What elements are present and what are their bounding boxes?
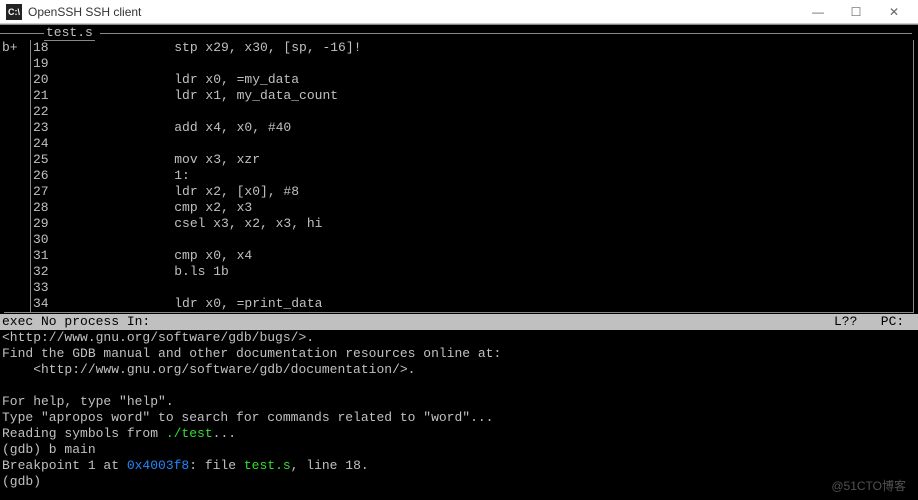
- gdb-output-line: Reading symbols from ./test...: [2, 426, 916, 442]
- gdb-output-line: For help, type "help".: [2, 394, 916, 410]
- line-number: 20: [33, 72, 57, 88]
- gdb-prompt[interactable]: (gdb): [2, 474, 916, 490]
- code-line: b.ls 1b: [65, 264, 913, 280]
- line-number: 30: [33, 232, 57, 248]
- source-filename-row: test.s: [0, 24, 918, 40]
- breakpoint-file: test.s: [244, 458, 291, 473]
- status-process: exec No process In:: [2, 314, 834, 330]
- gdb-console[interactable]: <http://www.gnu.org/software/gdb/bugs/>.…: [0, 330, 918, 490]
- gdb-input-line: (gdb) b main: [2, 442, 916, 458]
- line-number: 24: [33, 136, 57, 152]
- line-numbers: 18 19 20 21 22 23 24 25 26 27 28 29 30 3…: [33, 40, 57, 312]
- line-number: 23: [33, 120, 57, 136]
- code-line: [65, 232, 913, 248]
- gdb-output-line: Type "apropos word" to search for comman…: [2, 410, 916, 426]
- code-line: stp x29, x30, [sp, -16]!: [65, 40, 913, 56]
- code-line: [65, 136, 913, 152]
- breakpoint-address: 0x4003f8: [127, 458, 189, 473]
- symbols-file: ./test: [166, 426, 213, 441]
- code-line: cmp x2, x3: [65, 200, 913, 216]
- source-code-text: stp x29, x30, [sp, -16]! ldr x0, =my_dat…: [57, 40, 913, 312]
- gdb-output-line: <http://www.gnu.org/software/gdb/documen…: [2, 362, 916, 378]
- maximize-button[interactable]: ☐: [846, 5, 866, 19]
- code-line: ldr x2, [x0], #8: [65, 184, 913, 200]
- window-controls: — ☐ ✕: [808, 5, 912, 19]
- code-line: 1:: [65, 168, 913, 184]
- gdb-output-line: Find the GDB manual and other documentat…: [2, 346, 916, 362]
- app-icon: C:\: [6, 4, 22, 20]
- code-line: cmp x0, x4: [65, 248, 913, 264]
- line-number: 26: [33, 168, 57, 184]
- code-line: mov x3, xzr: [65, 152, 913, 168]
- line-number: 33: [33, 280, 57, 296]
- source-panel: test.s b+ 18 19 20 21 22 23 24 25 26 27 …: [0, 24, 918, 314]
- line-number: 29: [33, 216, 57, 232]
- line-number: 19: [33, 56, 57, 72]
- code-line: ldr x1, my_data_count: [65, 88, 913, 104]
- gdb-output-line: [2, 378, 916, 394]
- line-number: 18: [33, 40, 57, 56]
- status-bar: exec No process In: L?? PC:: [0, 314, 918, 330]
- gdb-output-line: Breakpoint 1 at 0x4003f8: file test.s, l…: [2, 458, 916, 474]
- status-location: L?? PC:: [834, 314, 916, 330]
- code-line: [65, 56, 913, 72]
- line-number: 25: [33, 152, 57, 168]
- minimize-button[interactable]: —: [808, 5, 828, 19]
- code-line: [65, 104, 913, 120]
- line-number: 27: [33, 184, 57, 200]
- line-number: 34: [33, 296, 57, 312]
- source-code-area[interactable]: 18 19 20 21 22 23 24 25 26 27 28 29 30 3…: [30, 40, 914, 312]
- line-number: 21: [33, 88, 57, 104]
- gdb-output-line: <http://www.gnu.org/software/gdb/bugs/>.: [2, 330, 916, 346]
- code-line: add x4, x0, #40: [65, 120, 913, 136]
- watermark: @51CTO博客: [831, 477, 906, 494]
- source-filename: test.s: [44, 25, 95, 41]
- code-line: [65, 280, 913, 296]
- code-line: csel x3, x2, x3, hi: [65, 216, 913, 232]
- line-number: 31: [33, 248, 57, 264]
- code-line: ldr x0, =print_data: [65, 296, 913, 312]
- breakpoint-gutter[interactable]: b+: [0, 40, 26, 312]
- code-line: ldr x0, =my_data: [65, 72, 913, 88]
- breakpoint-marker[interactable]: b+: [2, 40, 26, 56]
- line-number: 22: [33, 104, 57, 120]
- line-number: 28: [33, 200, 57, 216]
- window-title: OpenSSH SSH client: [28, 5, 808, 19]
- close-button[interactable]: ✕: [884, 5, 904, 19]
- window-titlebar: C:\ OpenSSH SSH client — ☐ ✕: [0, 0, 918, 24]
- line-number: 32: [33, 264, 57, 280]
